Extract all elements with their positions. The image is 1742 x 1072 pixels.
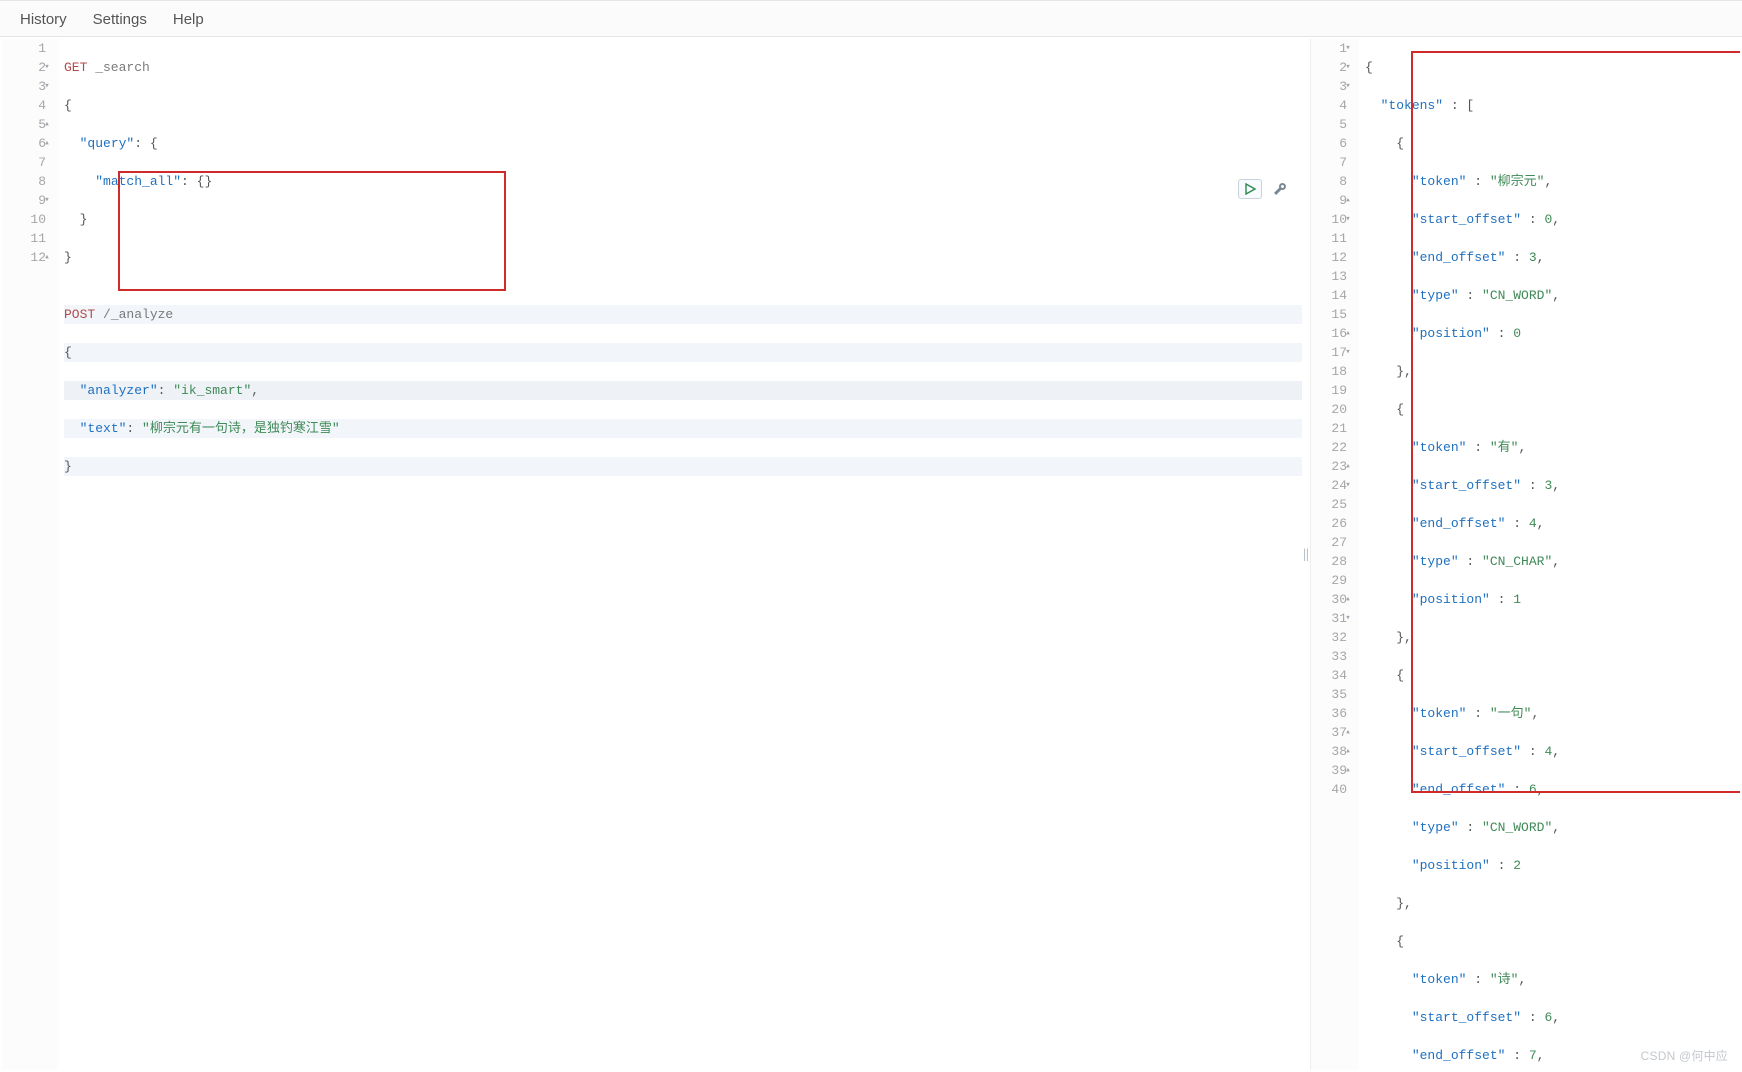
response-code: { "tokens" : [ { "token" : "柳宗元", "start… xyxy=(1359,39,1740,1070)
menu-settings[interactable]: Settings xyxy=(93,11,147,28)
menu-help[interactable]: Help xyxy=(173,11,204,28)
run-request-button[interactable] xyxy=(1238,179,1262,199)
request-code[interactable]: GET _search { "query": { "match_all": {}… xyxy=(58,39,1302,1070)
wrench-icon[interactable] xyxy=(1268,179,1292,199)
request-editor-pane: 12▾3▾45▴6▴789▾101112▴ GET _search { "que… xyxy=(2,39,1302,1070)
line-number-gutter: 1▾2▾3▾456789▴10▾111213141516▴17▾18192021… xyxy=(1311,39,1359,1070)
request-action-buttons xyxy=(1238,179,1292,199)
watermark-text: CSDN @何中应 xyxy=(1641,1047,1728,1064)
menubar: History Settings Help xyxy=(0,0,1742,37)
line-number-gutter: 12▾3▾45▴6▴789▾101112▴ xyxy=(2,39,58,1070)
pane-splitter[interactable]: ‖ xyxy=(1302,39,1310,1070)
menu-history[interactable]: History xyxy=(20,11,67,28)
workspace: 12▾3▾45▴6▴789▾101112▴ GET _search { "que… xyxy=(0,37,1742,1072)
response-editor[interactable]: 1▾2▾3▾456789▴10▾111213141516▴17▾18192021… xyxy=(1311,39,1740,1070)
response-pane: 1▾2▾3▾456789▴10▾111213141516▴17▾18192021… xyxy=(1310,39,1740,1070)
request-editor[interactable]: 12▾3▾45▴6▴789▾101112▴ GET _search { "que… xyxy=(2,39,1302,1070)
